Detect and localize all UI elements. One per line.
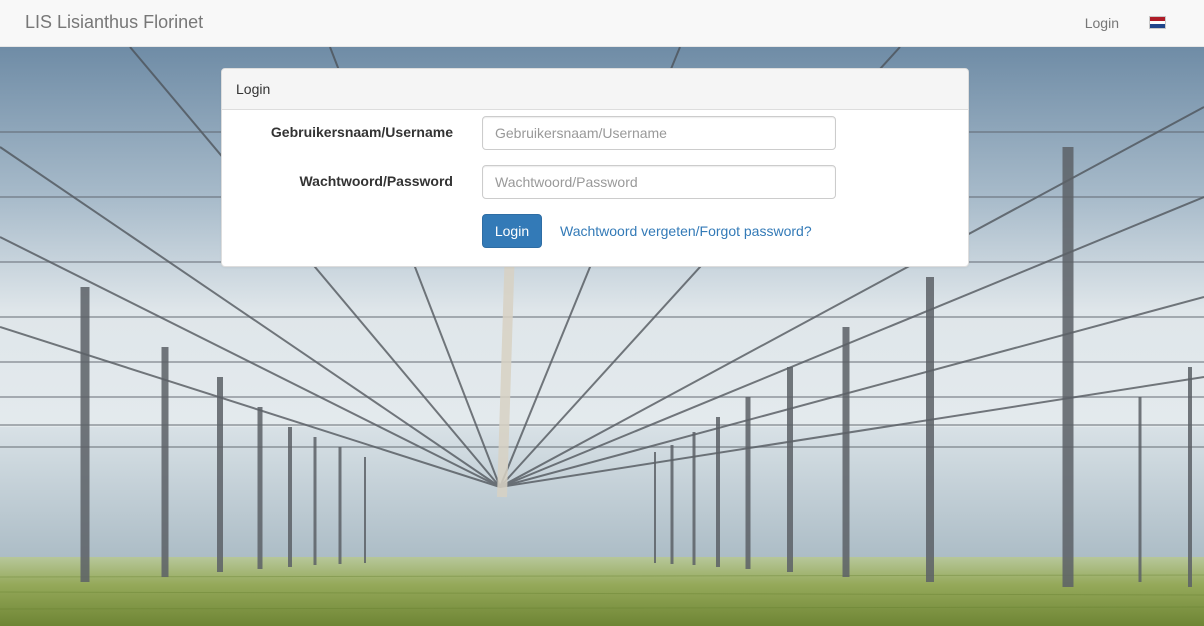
password-row: Wachtwoord/Password — [222, 165, 970, 199]
brand-link[interactable]: LIS Lisianthus Florinet — [25, 12, 203, 32]
login-panel: Login Gebruikersnaam/Username Wachtwoord… — [221, 68, 969, 267]
navbar: LIS Lisianthus Florinet Login — [0, 0, 1204, 47]
panel-heading: Login — [222, 69, 968, 110]
username-label: Gebruikersnaam/Username — [270, 124, 453, 140]
password-input[interactable] — [482, 165, 836, 199]
nav-login-link[interactable]: Login — [1085, 14, 1119, 32]
password-label: Wachtwoord/Password — [299, 173, 453, 189]
dutch-flag-icon[interactable] — [1149, 16, 1166, 29]
actions-row: Login Wachtwoord vergeten/Forgot passwor… — [222, 214, 970, 248]
login-button[interactable]: Login — [482, 214, 542, 248]
forgot-password-link[interactable]: Wachtwoord vergeten/Forgot password? — [560, 223, 812, 239]
username-input[interactable] — [482, 116, 836, 150]
username-row: Gebruikersnaam/Username — [222, 116, 970, 150]
